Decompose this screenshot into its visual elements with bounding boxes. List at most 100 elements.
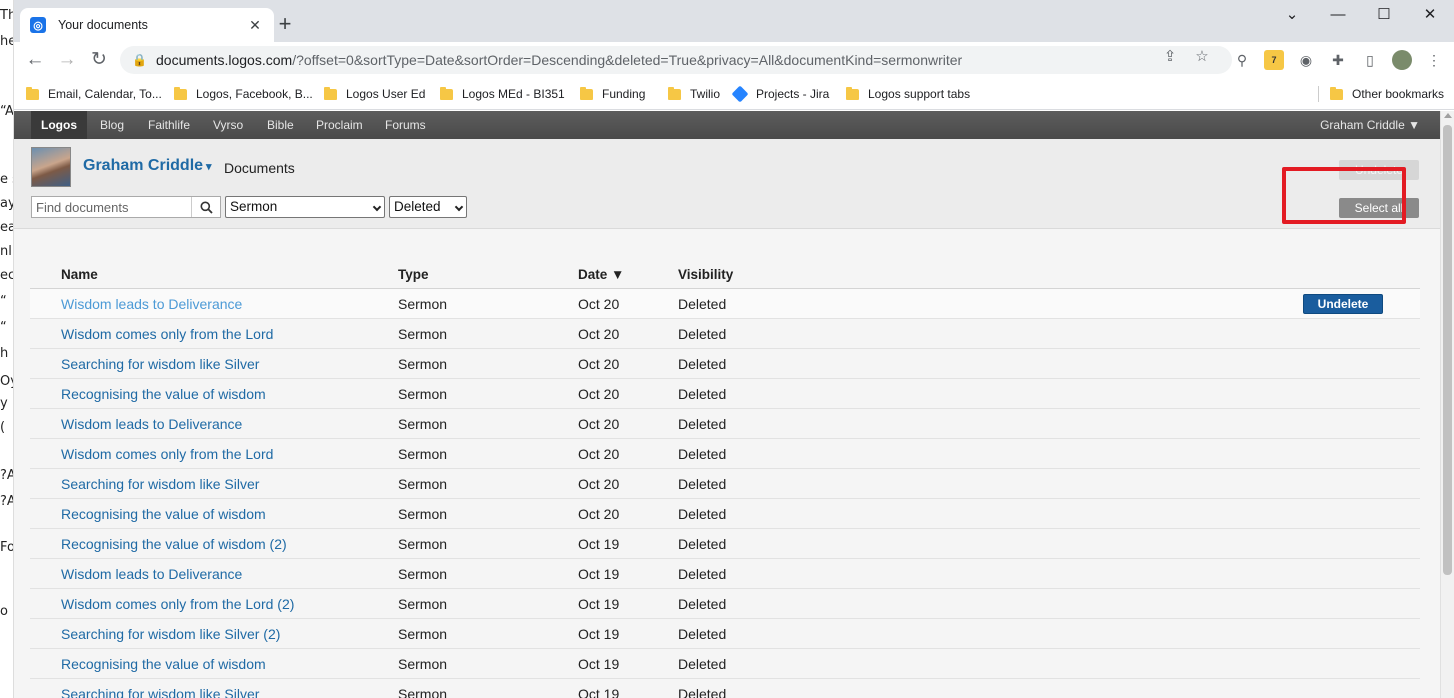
other-bookmarks-label: Other bookmarks bbox=[1352, 87, 1445, 101]
document-date: Oct 19 bbox=[578, 566, 620, 582]
new-tab-button[interactable]: + bbox=[272, 12, 298, 38]
document-date: Oct 20 bbox=[578, 446, 620, 462]
document-name-link[interactable]: Searching for wisdom like Silver bbox=[61, 686, 259, 698]
background-text-fragment: ay bbox=[0, 196, 13, 211]
document-name-link[interactable]: Wisdom comes only from the Lord (2) bbox=[61, 596, 294, 612]
bookmark-item[interactable]: Twilio bbox=[668, 84, 720, 104]
bookmark-label: Logos User Ed bbox=[346, 87, 426, 101]
row-undelete-button[interactable]: Undelete bbox=[1303, 294, 1383, 314]
page-scrollbar[interactable] bbox=[1440, 111, 1454, 698]
page-content: Logos Blog Faithlife Vyrso Bible Proclaim Foru… bbox=[14, 111, 1440, 698]
other-bookmarks[interactable]: Other bookmarks bbox=[1330, 84, 1444, 104]
deleted-filter-select[interactable]: Deleted bbox=[389, 196, 467, 218]
document-visibility: Deleted bbox=[678, 596, 727, 612]
document-name-link[interactable]: Recognising the value of wisdom bbox=[61, 506, 266, 522]
document-name-link[interactable]: Wisdom leads to Deliverance bbox=[61, 296, 242, 312]
bookmark-item[interactable]: Email, Calendar, To... bbox=[26, 84, 162, 104]
puzzle-icon[interactable]: ✚ bbox=[1328, 50, 1348, 70]
document-name-link[interactable]: Recognising the value of wisdom bbox=[61, 656, 266, 672]
document-name-link[interactable]: Recognising the value of wisdom (2) bbox=[61, 536, 287, 552]
document-name-link[interactable]: Searching for wisdom like Silver bbox=[61, 476, 259, 492]
document-name-link[interactable]: Recognising the value of wisdom bbox=[61, 386, 266, 402]
user-menu[interactable]: Graham Criddle ▼ bbox=[1320, 111, 1420, 139]
site-nav-blog[interactable]: Blog bbox=[90, 111, 134, 139]
column-date[interactable]: Date ▼ bbox=[578, 267, 624, 282]
table-row[interactable]: Recognising the value of wisdom (2) Sermo… bbox=[30, 529, 1420, 559]
site-nav-forums[interactable]: Forums bbox=[375, 111, 436, 139]
background-text-fragment: ec bbox=[0, 268, 14, 283]
table-row[interactable]: Recognising the value of wisdom Sermon Oct… bbox=[30, 499, 1420, 529]
document-name-link[interactable]: Wisdom leads to Deliverance bbox=[61, 416, 242, 432]
background-text-fragment: o bbox=[0, 604, 8, 619]
table-row[interactable]: Searching for wisdom like Silver Sermon Oc… bbox=[30, 679, 1420, 698]
scroll-up-arrow-icon[interactable] bbox=[1444, 113, 1452, 118]
column-name[interactable]: Name bbox=[61, 267, 98, 282]
site-nav-vyrso[interactable]: Vyrso bbox=[203, 111, 253, 139]
star-icon[interactable]: ☆ bbox=[1192, 47, 1212, 65]
table-row[interactable]: Searching for wisdom like Silver Sermon Oc… bbox=[30, 469, 1420, 499]
browser-tab[interactable]: ◎ Your documents ✕ bbox=[20, 8, 274, 42]
search-input[interactable]: Find documents bbox=[32, 197, 192, 217]
select-all-button[interactable]: Select all bbox=[1339, 198, 1419, 218]
close-window-button[interactable]: ✕ bbox=[1410, 4, 1450, 26]
column-visibility[interactable]: Visibility bbox=[678, 267, 733, 282]
maximize-button[interactable]: ☐ bbox=[1364, 4, 1404, 26]
bookmark-label: Logos support tabs bbox=[868, 87, 971, 101]
site-nav-proclaim[interactable]: Proclaim bbox=[306, 111, 373, 139]
bookmark-item[interactable]: Logos User Ed bbox=[324, 84, 425, 104]
document-type: Sermon bbox=[398, 686, 448, 698]
document-visibility: Deleted bbox=[678, 686, 727, 698]
bookmark-label: Email, Calendar, To... bbox=[48, 87, 162, 101]
search-extension-icon[interactable]: ⚲ bbox=[1232, 50, 1252, 70]
background-text-fragment: “A bbox=[0, 104, 14, 119]
scrollbar-thumb[interactable] bbox=[1443, 125, 1452, 575]
search-icon[interactable] bbox=[192, 197, 220, 217]
reload-button[interactable]: ↻ bbox=[86, 47, 112, 73]
table-row[interactable]: Wisdom comes only from the Lord Sermon Oct… bbox=[30, 319, 1420, 349]
bookmark-item[interactable]: Funding bbox=[580, 84, 645, 104]
table-row[interactable]: Wisdom comes only from the Lord (2) Sermo… bbox=[30, 589, 1420, 619]
table-row[interactable]: Wisdom leads to Deliverance Sermon Oct 20 D… bbox=[30, 289, 1420, 319]
table-row[interactable]: Searching for wisdom like Silver (2) Serm… bbox=[30, 619, 1420, 649]
sidepanel-icon[interactable]: ▯ bbox=[1360, 50, 1380, 70]
bookmark-item[interactable]: Logos support tabs bbox=[846, 84, 970, 104]
table-row[interactable]: Wisdom comes only from the Lord Sermon Oct… bbox=[30, 439, 1420, 469]
background-text-fragment: “ bbox=[0, 294, 7, 309]
bookmark-item[interactable]: Logos MEd - BI351 bbox=[440, 84, 565, 104]
menu-icon[interactable]: ⋮ bbox=[1424, 50, 1444, 70]
bookmark-item[interactable]: Projects - Jira bbox=[731, 84, 829, 104]
owner-menu[interactable]: Graham Criddle ▾ bbox=[83, 157, 212, 175]
music-extension-icon[interactable]: ◉ bbox=[1296, 50, 1316, 70]
site-nav-logos[interactable]: Logos bbox=[31, 111, 87, 139]
chevron-down-icon[interactable]: ⌄ bbox=[1272, 4, 1312, 26]
close-tab-icon[interactable]: ✕ bbox=[246, 17, 264, 34]
table-row[interactable]: Wisdom leads to Deliverance Sermon Oct 20 D… bbox=[30, 409, 1420, 439]
document-name-link[interactable]: Searching for wisdom like Silver bbox=[61, 356, 259, 372]
document-name-link[interactable]: Wisdom leads to Deliverance bbox=[61, 566, 242, 582]
document-type: Sermon bbox=[398, 536, 448, 552]
folder-icon bbox=[174, 86, 187, 100]
forward-button[interactable]: → bbox=[54, 47, 80, 73]
table-row[interactable]: Wisdom leads to Deliverance Sermon Oct 19 D… bbox=[30, 559, 1420, 589]
document-name-link[interactable]: Wisdom comes only from the Lord bbox=[61, 446, 273, 462]
share-icon[interactable]: ⇪ bbox=[1160, 47, 1180, 65]
back-button[interactable]: ← bbox=[22, 47, 48, 73]
site-nav-faithlife[interactable]: Faithlife bbox=[138, 111, 200, 139]
site-nav-bible[interactable]: Bible bbox=[257, 111, 304, 139]
extension-badge-icon[interactable]: 7 bbox=[1264, 50, 1284, 70]
column-type[interactable]: Type bbox=[398, 267, 429, 282]
table-row[interactable]: Recognising the value of wisdom Sermon Oct… bbox=[30, 649, 1420, 679]
document-name-link[interactable]: Searching for wisdom like Silver (2) bbox=[61, 626, 280, 642]
bookmark-item[interactable]: Logos, Facebook, B... bbox=[174, 84, 313, 104]
minimize-button[interactable]: — bbox=[1318, 4, 1358, 26]
profile-avatar[interactable] bbox=[1392, 50, 1412, 70]
document-kind-select[interactable]: Sermon bbox=[225, 196, 385, 218]
document-date: Oct 19 bbox=[578, 626, 620, 642]
table-row[interactable]: Searching for wisdom like Silver Sermon Oc… bbox=[30, 349, 1420, 379]
document-visibility: Deleted bbox=[678, 446, 727, 462]
document-name-link[interactable]: Wisdom comes only from the Lord bbox=[61, 326, 273, 342]
table-row[interactable]: Recognising the value of wisdom Sermon Oct… bbox=[30, 379, 1420, 409]
address-bar[interactable]: 🔒 documents.logos.com/?offset=0&sortType… bbox=[120, 46, 1232, 74]
undelete-selected-button[interactable]: Undelete bbox=[1339, 160, 1419, 180]
caret-down-icon: ▾ bbox=[206, 161, 212, 173]
